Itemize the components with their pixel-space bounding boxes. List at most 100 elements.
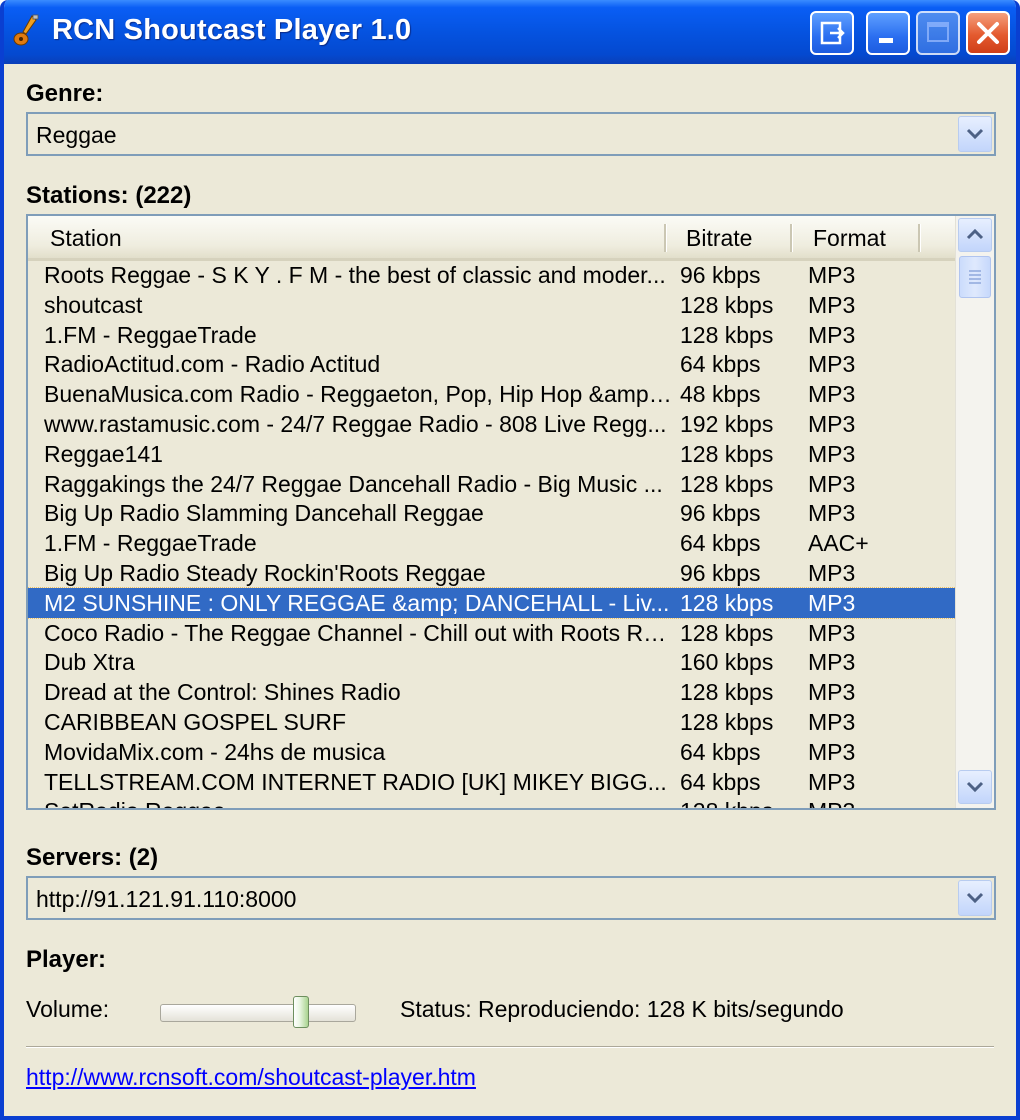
format-cell: MP3 xyxy=(808,679,856,706)
table-row[interactable]: RadioActitud.com - Radio Actitud 64 kbps M… xyxy=(28,349,958,379)
column-divider[interactable] xyxy=(790,224,793,252)
table-row[interactable]: 1.FM - ReggaeTrade 128 kbps MP3 xyxy=(28,320,958,350)
website-link[interactable]: http://www.rcnsoft.com/shoutcast-player.… xyxy=(26,1064,476,1091)
stations-list-header: Station Bitrate Format xyxy=(28,216,958,261)
chevron-up-icon xyxy=(966,228,984,240)
scroll-up-button[interactable] xyxy=(958,218,992,252)
table-row[interactable]: shoutcast 128 kbps MP3 xyxy=(28,290,958,320)
station-cell: RadioActitud.com - Radio Actitud xyxy=(44,351,381,378)
volume-label: Volume: xyxy=(26,996,110,1022)
format-cell: MP3 xyxy=(808,470,856,497)
format-cell: MP3 xyxy=(808,262,856,288)
table-row[interactable]: 1.FM - ReggaeTrade 64 kbps AAC+ xyxy=(28,528,958,558)
bitrate-cell: 192 kbps xyxy=(680,410,774,437)
maximize-button[interactable] xyxy=(916,11,960,55)
format-cell: MP3 xyxy=(808,708,856,735)
column-header-format[interactable]: Format xyxy=(813,225,886,252)
genre-dropdown[interactable]: Reggae xyxy=(26,112,996,156)
station-cell: TELLSTREAM.COM INTERNET RADIO [UK] MIKEY… xyxy=(44,768,667,795)
window-title: RCN Shoutcast Player 1.0 xyxy=(52,14,412,46)
format-cell: MP3 xyxy=(808,291,856,318)
player-label: Player: xyxy=(26,946,107,973)
table-row[interactable]: CARIBBEAN GOSPEL SURF 128 kbps MP3 xyxy=(28,707,958,737)
format-cell: MP3 xyxy=(808,589,856,616)
minimize-button[interactable] xyxy=(866,11,910,55)
tray-button[interactable] xyxy=(810,11,854,55)
station-cell: Raggakings the 24/7 Reggae Dancehall Rad… xyxy=(44,470,663,497)
maximize-icon xyxy=(927,22,949,42)
stations-label: Stations: (222) xyxy=(26,182,192,209)
chevron-down-icon xyxy=(966,781,984,793)
table-row-selected[interactable]: M2 SUNSHINE : ONLY REGGAE &amp; DANCEHAL… xyxy=(28,586,959,619)
format-cell: MP3 xyxy=(808,351,856,378)
stations-scrollbar[interactable] xyxy=(955,216,994,808)
servers-dropdown-arrow[interactable] xyxy=(958,880,992,916)
bitrate-cell: 64 kbps xyxy=(680,768,761,795)
format-cell: MP3 xyxy=(808,619,856,646)
station-cell: BuenaMusica.com Radio - Reggaeton, Pop, … xyxy=(44,381,674,408)
send-to-tray-icon xyxy=(820,21,845,45)
station-cell: SetRadio.Reggae xyxy=(44,798,674,808)
table-row[interactable]: Raggakings the 24/7 Reggae Dancehall Rad… xyxy=(28,469,958,499)
column-header-station[interactable]: Station xyxy=(50,225,122,252)
minimize-icon xyxy=(879,38,893,43)
stations-list[interactable]: Station Bitrate Format Roots Reggae - S … xyxy=(26,214,996,810)
column-divider[interactable] xyxy=(664,224,667,252)
format-cell: MP3 xyxy=(808,500,856,527)
app-window: RCN Shoutcast Player 1.0 Genre: Reggae S… xyxy=(0,0,1020,1120)
bitrate-cell: 160 kbps xyxy=(680,649,774,676)
format-cell: MP3 xyxy=(808,798,855,808)
bitrate-cell: 96 kbps xyxy=(680,559,761,586)
bitrate-cell: 128 kbps xyxy=(680,679,774,706)
station-cell: Reggae141 xyxy=(44,440,163,467)
bitrate-cell: 96 kbps xyxy=(680,262,761,288)
table-row[interactable]: Reggae141 128 kbps MP3 xyxy=(28,439,958,469)
table-row[interactable]: MovidaMix.com - 24hs de musica 64 kbps MP3 xyxy=(28,737,958,767)
station-cell: www.rastamusic.com - 24/7 Reggae Radio -… xyxy=(44,410,667,437)
bitrate-cell: 64 kbps xyxy=(680,530,761,557)
station-cell: CARIBBEAN GOSPEL SURF xyxy=(44,708,347,735)
table-row[interactable]: Dread at the Control: Shines Radio 128 kb… xyxy=(28,677,958,707)
table-row[interactable]: BuenaMusica.com Radio - Reggaeton, Pop, … xyxy=(28,379,958,409)
station-cell: shoutcast xyxy=(44,291,143,318)
station-cell: Dub Xtra xyxy=(44,649,135,676)
close-icon xyxy=(977,22,999,44)
status-text: Status: Reproduciendo: 128 K bits/segund… xyxy=(400,996,844,1022)
scroll-down-button[interactable] xyxy=(958,770,992,804)
genre-dropdown-arrow[interactable] xyxy=(958,116,992,152)
table-row[interactable]: Coco Radio - The Reggae Channel - Chill … xyxy=(28,618,958,648)
table-row[interactable]: Big Up Radio Slamming Dancehall Reggae 96… xyxy=(28,498,958,528)
format-cell: MP3 xyxy=(808,649,856,676)
bitrate-cell: 128 kbps xyxy=(680,619,774,646)
grip-icon xyxy=(969,270,981,284)
station-cell: Roots Reggae - S K Y . F M - the best of… xyxy=(44,262,666,288)
servers-dropdown[interactable]: http://91.121.91.110:8000 xyxy=(26,876,996,920)
format-cell: MP3 xyxy=(808,738,856,765)
table-row[interactable]: www.rastamusic.com - 24/7 Reggae Radio -… xyxy=(28,409,958,439)
station-cell: MovidaMix.com - 24hs de musica xyxy=(44,738,386,765)
format-cell: MP3 xyxy=(808,381,856,408)
table-row[interactable]: Roots Reggae - S K Y . F M - the best of… xyxy=(28,260,958,290)
column-divider[interactable] xyxy=(918,224,921,252)
title-bar[interactable]: RCN Shoutcast Player 1.0 xyxy=(4,0,1016,64)
format-cell: MP3 xyxy=(808,768,856,795)
table-row[interactable]: Big Up Radio Steady Rockin'Roots Reggae 9… xyxy=(28,558,958,588)
bitrate-cell: 48 kbps xyxy=(680,381,761,408)
chevron-down-icon xyxy=(966,128,984,140)
bitrate-cell: 128 kbps xyxy=(680,470,774,497)
format-cell: MP3 xyxy=(808,559,856,586)
scroll-thumb[interactable] xyxy=(959,256,991,298)
bitrate-cell: 128 kbps xyxy=(680,798,773,808)
servers-label: Servers: (2) xyxy=(26,844,159,871)
close-button[interactable] xyxy=(966,11,1010,55)
bitrate-cell: 128 kbps xyxy=(680,291,774,318)
column-header-bitrate[interactable]: Bitrate xyxy=(686,225,752,252)
bitrate-cell: 96 kbps xyxy=(680,500,761,527)
volume-slider-track[interactable] xyxy=(160,1004,356,1022)
format-cell: MP3 xyxy=(808,410,856,437)
table-row[interactable]: TELLSTREAM.COM INTERNET RADIO [UK] MIKEY… xyxy=(28,767,958,797)
table-row[interactable]: Dub Xtra 160 kbps MP3 xyxy=(28,647,958,677)
genre-value: Reggae xyxy=(36,122,117,148)
volume-slider-thumb[interactable] xyxy=(293,996,310,1028)
table-row[interactable]: SetRadio.Reggae 128 kbps MP3 xyxy=(28,796,958,808)
